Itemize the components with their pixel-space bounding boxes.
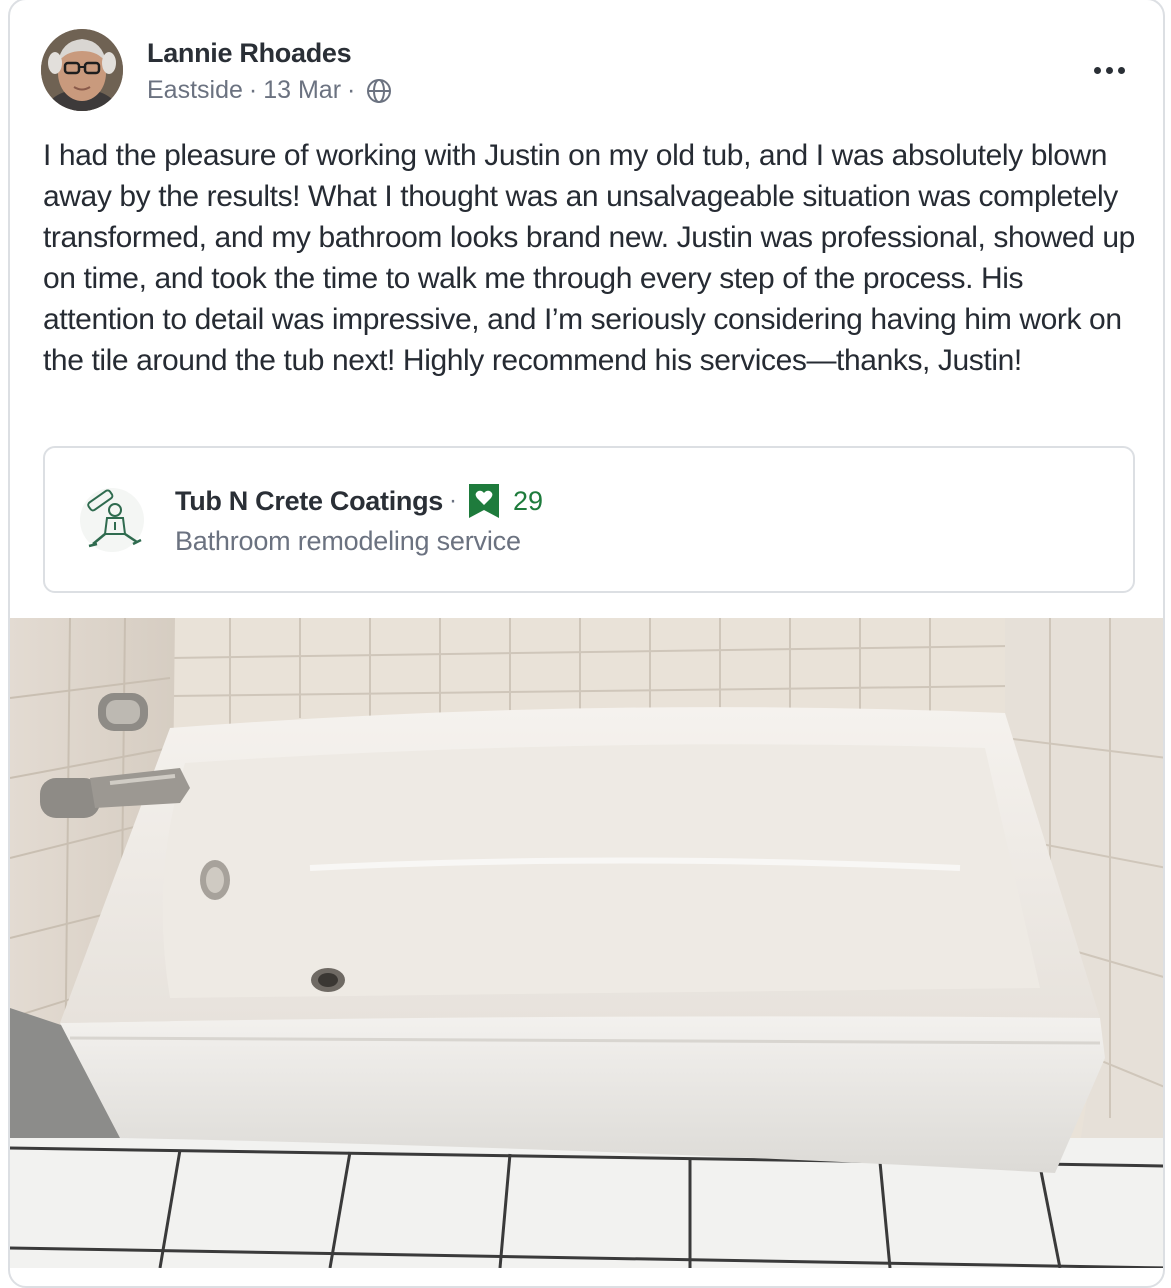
business-separator: · [449,487,458,514]
business-category: Bathroom remodeling service [175,526,521,556]
post-date[interactable]: 13 Mar [263,76,341,105]
meta-separator: · [347,76,356,104]
business-name[interactable]: Tub N Crete Coatings [175,486,443,517]
heart-bookmark-icon [469,484,500,518]
post-neighborhood[interactable]: Eastside [147,76,243,105]
more-options-icon[interactable] [1089,58,1129,82]
author-avatar[interactable] [41,29,123,111]
post-body: I had the pleasure of working with Justi… [43,139,1135,377]
meta-separator: · [248,76,258,104]
business-logo [79,482,145,558]
business-name-row: Tub N Crete Coatings · 29 [175,484,543,518]
business-card[interactable]: Tub N Crete Coatings · 29 Bathroom remod… [43,446,1135,593]
globe-icon [365,77,393,105]
bathtub-photo[interactable] [10,618,1165,1268]
author-name[interactable]: Lannie Rhoades [147,38,352,69]
post-meta: Eastside · 13 Mar · [147,76,393,105]
favorite-count: 29 [513,485,544,516]
post-card: Lannie Rhoades Eastside · 13 Mar · I had… [8,0,1165,1288]
